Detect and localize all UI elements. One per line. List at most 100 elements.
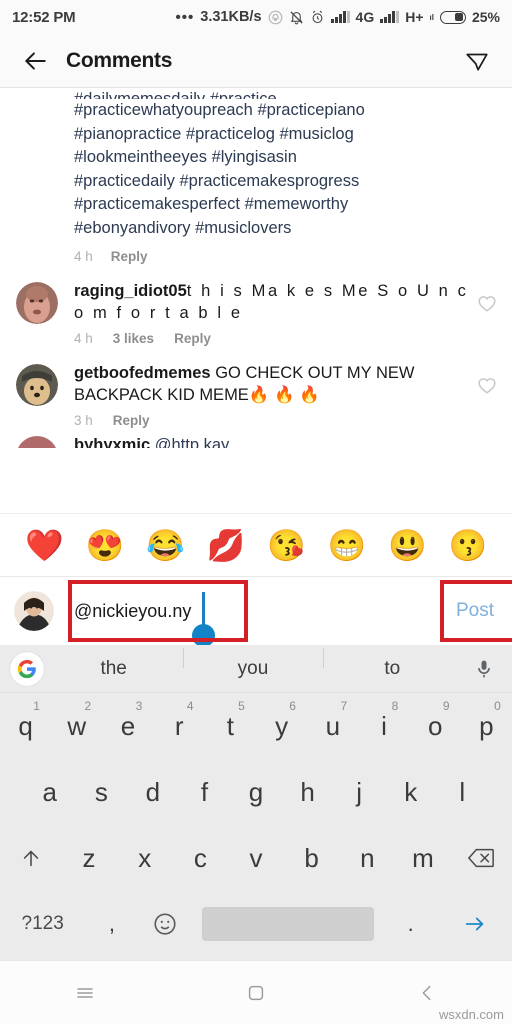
suggestion-strip[interactable]: the you to	[0, 645, 512, 693]
avatar[interactable]	[14, 591, 54, 631]
status-bar: 12:52 PM ••• 3.31KB/s 4G H+ ıl 25%	[0, 0, 512, 34]
comment-username[interactable]: getboofedmemes	[74, 364, 211, 382]
shift-arrow-icon[interactable]	[0, 829, 61, 887]
suggestion-to[interactable]: to	[322, 647, 462, 680]
page-title: Comments	[66, 48, 173, 72]
comment-reply-button[interactable]: Reply	[174, 331, 211, 346]
emoji-beaming[interactable]: 😁	[327, 530, 366, 561]
watermark: wsxdn.com	[438, 1007, 504, 1022]
suggestion-the[interactable]: the	[44, 658, 183, 680]
key-p[interactable]: 0p	[461, 697, 512, 755]
emoji-kissing-heart[interactable]: 😘	[267, 530, 306, 561]
space-key[interactable]	[192, 895, 384, 953]
google-logo-icon[interactable]	[10, 651, 44, 686]
key-t[interactable]: 5t	[205, 697, 256, 755]
app-header: Comments	[0, 34, 512, 88]
heart-outline-icon[interactable]	[476, 374, 498, 396]
comment-username[interactable]: raging_idiot05	[74, 282, 187, 300]
android-navigation-bar[interactable]: wsxdn.com	[0, 960, 512, 1024]
emoji-kiss-mark[interactable]: 💋	[206, 530, 245, 561]
comment-input[interactable]: @nickieyou.ny	[66, 601, 191, 622]
quick-emoji-row[interactable]: ❤️ 😍 😂 💋 😘 😁 😃 😗	[0, 513, 512, 577]
post-button[interactable]: Post	[452, 577, 498, 645]
symbols-key[interactable]: ?123	[0, 895, 85, 953]
key-u[interactable]: 7u	[307, 697, 358, 755]
key-k[interactable]: k	[385, 763, 437, 821]
key-w[interactable]: 2w	[51, 697, 102, 755]
comments-feed[interactable]: #dailymemesdaily #practice #practicewhat…	[0, 88, 512, 513]
key-label: r	[174, 710, 184, 741]
status-icons-group: ••• 3.31KB/s 4G H+ ıl 25%	[176, 9, 501, 26]
battery-icon	[439, 10, 466, 24]
key-c[interactable]: c	[173, 829, 229, 887]
emoji-smile-open[interactable]: 😃	[388, 530, 427, 561]
key-n[interactable]: n	[339, 829, 395, 887]
comment-reply-button[interactable]: Reply	[113, 413, 150, 428]
suggestion-you[interactable]: you	[183, 647, 322, 680]
comment-input-row[interactable]: @nickieyou.ny Post	[0, 577, 512, 647]
more-dots-icon: •••	[175, 8, 195, 26]
comment-username[interactable]: byhyxmic	[74, 436, 150, 448]
caption-line: #practicewhatyoupreach #practicepiano	[74, 101, 365, 119]
menu-icon[interactable]	[0, 981, 171, 1005]
avatar[interactable]	[16, 282, 58, 324]
comment-item[interactable]: raging_idiot05t h i s Ma k e s Me S o U …	[0, 264, 512, 346]
key-a[interactable]: a	[24, 763, 76, 821]
emoji-red-heart[interactable]: ❤️	[25, 530, 64, 561]
key-i[interactable]: 8i	[358, 697, 409, 755]
comment-text: @http.kay	[154, 436, 230, 448]
direct-send-icon[interactable]	[460, 44, 494, 78]
key-x[interactable]: x	[117, 829, 173, 887]
key-d[interactable]: d	[127, 763, 179, 821]
keyboard-row-3[interactable]: z x c v b n m	[0, 825, 512, 891]
microphone-icon[interactable]	[462, 659, 506, 679]
keyboard-row-4[interactable]: ?123 , .	[0, 891, 512, 957]
key-comma[interactable]: ,	[85, 895, 138, 953]
enter-arrow-icon[interactable]	[437, 895, 512, 953]
key-z[interactable]: z	[61, 829, 117, 887]
key-b[interactable]: b	[284, 829, 340, 887]
key-period[interactable]: .	[384, 895, 437, 953]
home-square-icon[interactable]	[171, 982, 342, 1004]
key-h[interactable]: h	[282, 763, 334, 821]
key-g[interactable]: g	[230, 763, 282, 821]
comment-item-partial[interactable]: byhyxmic @http.kay	[0, 428, 512, 448]
key-superscript: 5	[238, 699, 245, 713]
back-chevron-icon[interactable]	[341, 982, 512, 1004]
keyboard-row-1[interactable]: 1q 2w 3e 4r 5t 6y 7u 8i 9o 0p	[0, 693, 512, 759]
key-m[interactable]: m	[395, 829, 451, 887]
keyboard-row-2[interactable]: a s d f g h j k l	[0, 759, 512, 825]
key-superscript: 9	[442, 699, 450, 713]
emoji-joy[interactable]: 😂	[146, 530, 185, 561]
key-l[interactable]: l	[436, 763, 488, 821]
avatar[interactable]	[16, 364, 58, 406]
key-e[interactable]: 3e	[102, 697, 153, 755]
comment-input-wrapper[interactable]: @nickieyou.ny	[66, 584, 512, 647]
back-arrow-icon[interactable]	[18, 44, 52, 78]
emoji-kissing[interactable]: 😗	[448, 530, 487, 561]
backspace-icon[interactable]	[451, 829, 512, 887]
caption-line: #lookmeintheeyes #lyingisasin	[74, 148, 297, 166]
caption-reply-button[interactable]: Reply	[111, 249, 148, 264]
emoji-heart-eyes[interactable]: 😍	[85, 530, 124, 561]
on-screen-keyboard[interactable]: the you to 1q 2w 3e 4r 5t 6y 7u 8i 9o 0p…	[0, 645, 512, 960]
key-label: w	[67, 710, 87, 741]
key-r[interactable]: 4r	[154, 697, 205, 755]
heart-outline-icon[interactable]	[476, 292, 498, 314]
suggestion-items[interactable]: the you to	[44, 647, 462, 680]
key-v[interactable]: v	[228, 829, 284, 887]
comment-item[interactable]: getboofedmemes GO CHECK OUT MY NEW BACKP…	[0, 346, 512, 428]
avatar[interactable]	[16, 436, 58, 448]
caption-timestamp: 4 h	[74, 249, 93, 264]
text-selection-handle[interactable]	[192, 624, 215, 647]
key-s[interactable]: s	[76, 763, 128, 821]
comment-body: byhyxmic @http.kay	[58, 434, 496, 448]
comment-likes-count[interactable]: 3 likes	[113, 331, 154, 346]
key-j[interactable]: j	[333, 763, 385, 821]
key-o[interactable]: 9o	[410, 697, 461, 755]
key-f[interactable]: f	[179, 763, 231, 821]
key-y[interactable]: 6y	[256, 697, 307, 755]
emoji-smiley-icon[interactable]	[139, 895, 192, 953]
key-q[interactable]: 1q	[0, 697, 51, 755]
key-label: q	[18, 710, 33, 741]
